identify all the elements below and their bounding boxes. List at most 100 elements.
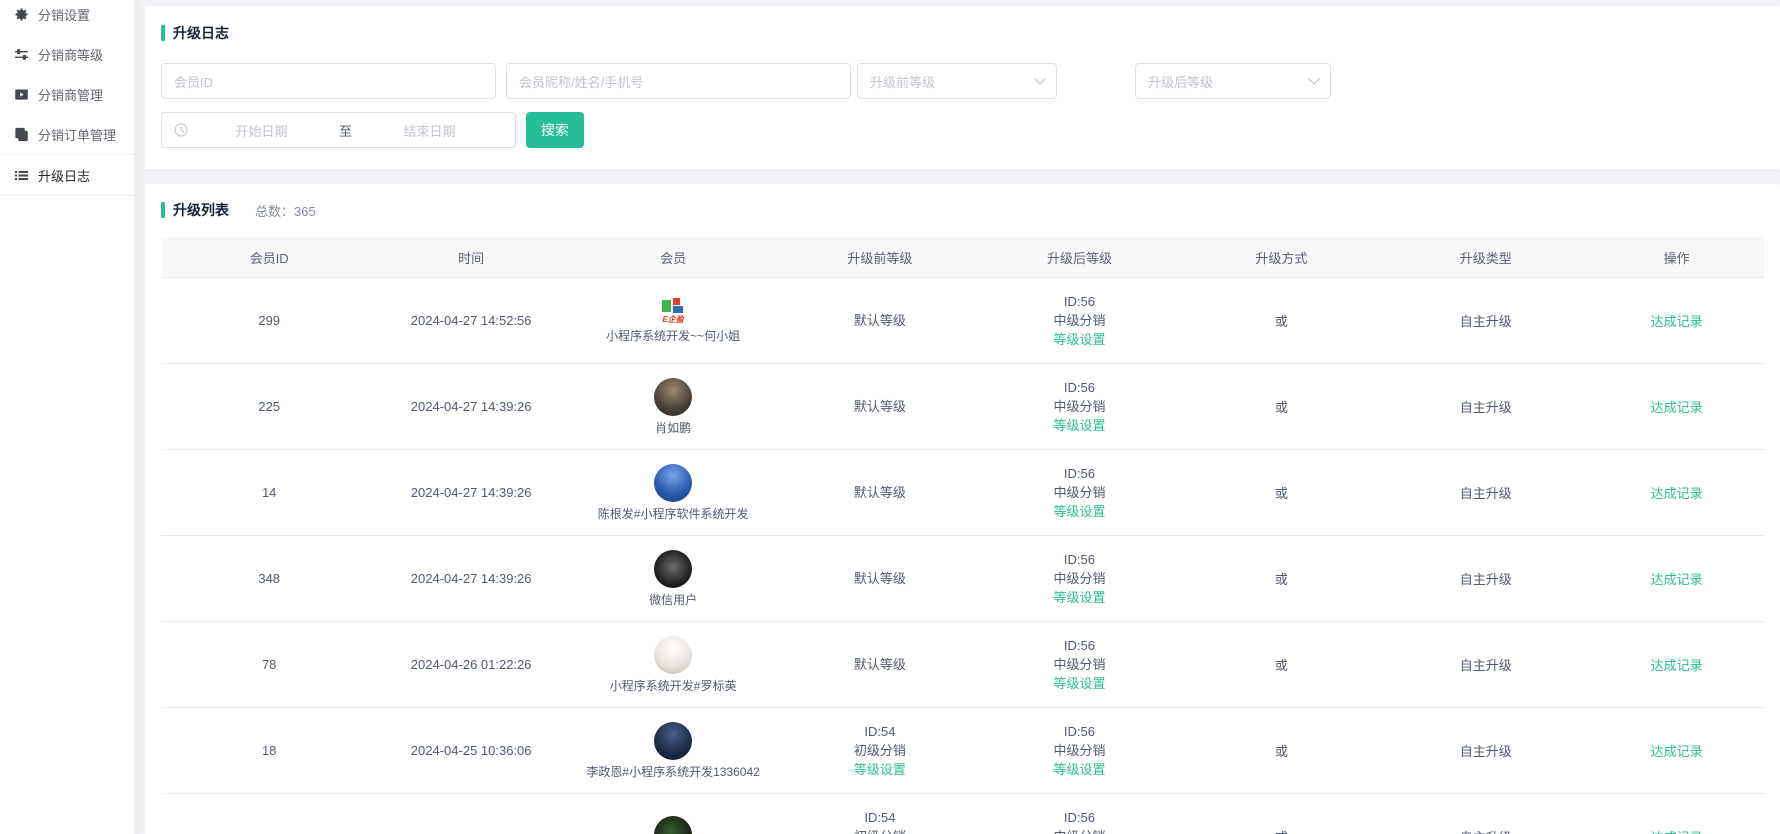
achievement-record-link[interactable]: 达成记录	[1651, 830, 1703, 834]
post-level-id: ID:56	[978, 464, 1180, 483]
sidebar-item-distributor-level[interactable]: 分销商等级	[0, 34, 134, 74]
total-label: 总数：	[255, 204, 294, 219]
post-level-cell: ID:56 中级分销 等级设置	[978, 550, 1180, 607]
time-cell: 2024-04-27 14:52:56	[377, 278, 565, 364]
table-row: 14 2024-04-27 14:39:26 陈根发#小程序软件系统开发 默认等…	[161, 450, 1764, 536]
post-level-id: ID:56	[978, 550, 1180, 569]
pre-level-cell: 默认等级	[781, 655, 978, 674]
brand-logo-text: E企盈	[662, 315, 683, 324]
upgrade-list-panel: 升级列表 总数：365 会员ID 时间 会员 升级前等级 升级后等级 升级方式 …	[145, 184, 1780, 834]
sidebar-item-upgrade-log[interactable]: 升级日志	[0, 154, 134, 196]
achievement-record-link[interactable]: 达成记录	[1651, 744, 1703, 759]
member-name: 小程序系统开发#罗标英	[610, 677, 737, 694]
brand-logo-icon	[662, 298, 684, 314]
time-cell: 2024-04-27 14:39:26	[377, 450, 565, 536]
pre-level-name: 默认等级	[781, 397, 978, 416]
member-name: 陈根发#小程序软件系统开发	[598, 505, 749, 522]
sidebar-item-order-management[interactable]: 分销订单管理	[0, 114, 134, 154]
post-level-name: 中级分销	[978, 569, 1180, 588]
member-name: 肖如鹏	[655, 419, 691, 436]
achievement-record-link[interactable]: 达成记录	[1651, 314, 1703, 329]
member-id-cell: 14	[161, 450, 377, 536]
col-header-action: 操作	[1589, 237, 1764, 278]
main-content: 升级日志 会员ID 会员昵称/姓名/手机号 升级前等级 升级后等级	[145, 0, 1780, 834]
time-cell: 2024-04-27 14:39:26	[377, 536, 565, 622]
pre-level-select[interactable]: 升级前等级	[857, 63, 1057, 99]
title-accent-bar	[161, 25, 165, 41]
search-button[interactable]: 搜索	[526, 112, 584, 148]
pre-level-name: 默认等级	[781, 311, 978, 330]
method-cell: 或	[1180, 536, 1382, 622]
post-level-settings-link[interactable]: 等级设置	[978, 760, 1180, 779]
achievement-record-link[interactable]: 达成记录	[1651, 486, 1703, 501]
member-name: 李政恩#小程序系统开发1336042	[586, 763, 759, 780]
table-row: 299 2024-04-27 14:52:56 E企盈 小程序系统开发~~何小姐…	[161, 278, 1764, 364]
post-level-settings-link[interactable]: 等级设置	[978, 674, 1180, 693]
member-id-cell: 299	[161, 278, 377, 364]
sidebar-item-distributor-management[interactable]: 分销商管理	[0, 74, 134, 114]
sidebar-item-distribution-settings[interactable]: 分销设置	[0, 0, 134, 34]
sidebar-item-label: 分销设置	[38, 5, 90, 24]
member-id-cell: 225	[161, 364, 377, 450]
sidebar-item-label: 分销订单管理	[38, 125, 116, 144]
member-cell: 李政恩#小程序系统开发1336042	[565, 722, 781, 780]
nickname-input[interactable]: 会员昵称/姓名/手机号	[506, 63, 851, 99]
date-range-input[interactable]: 开始日期 至 结束日期	[161, 112, 516, 148]
post-level-id: ID:56	[978, 636, 1180, 655]
post-level-cell: ID:56 中级分销 等级设置	[978, 722, 1180, 779]
pre-level-cell: 默认等级	[781, 483, 978, 502]
date-end-placeholder: 结束日期	[356, 121, 503, 140]
date-separator: 至	[335, 121, 356, 140]
member-cell: 微信用户	[565, 550, 781, 608]
table-row: 225 2024-04-27 14:39:26 肖如鹏 默认等级 ID:56 中…	[161, 364, 1764, 450]
post-level-cell: ID:56 中级分销 等级设置	[978, 464, 1180, 521]
table-row: ID:54 初级分销 等级设置 ID:56 中级分销 等级设置 或 自主升级 达…	[161, 794, 1764, 834]
pre-level-settings-link[interactable]: 等级设置	[781, 760, 978, 779]
method-cell: 或	[1180, 708, 1382, 794]
chevron-down-icon	[1308, 73, 1319, 84]
pre-level-name: 默认等级	[781, 655, 978, 674]
post-level-name: 中级分销	[978, 483, 1180, 502]
avatar	[654, 722, 692, 760]
post-level-cell: ID:56 中级分销 等级设置	[978, 636, 1180, 693]
post-level-settings-link[interactable]: 等级设置	[978, 330, 1180, 349]
method-cell: 或	[1180, 278, 1382, 364]
member-id-cell: 18	[161, 708, 377, 794]
post-level-select[interactable]: 升级后等级	[1135, 63, 1331, 99]
date-start-placeholder: 开始日期	[188, 121, 335, 140]
avatar	[654, 636, 692, 674]
list-title: 升级列表	[173, 200, 229, 220]
upgrade-table: 会员ID 时间 会员 升级前等级 升级后等级 升级方式 升级类型 操作 299 …	[161, 237, 1764, 834]
type-cell: 自主升级	[1382, 364, 1589, 450]
pre-level-placeholder: 升级前等级	[870, 72, 935, 91]
time-cell: 2024-04-27 14:39:26	[377, 364, 565, 450]
pre-level-cell: 默认等级	[781, 397, 978, 416]
type-cell: 自主升级	[1382, 794, 1589, 834]
member-id-input[interactable]: 会员ID	[161, 63, 496, 99]
col-header-type: 升级类型	[1382, 237, 1589, 278]
table-row: 18 2024-04-25 10:36:06 李政恩#小程序系统开发133604…	[161, 708, 1764, 794]
post-level-id: ID:56	[978, 808, 1180, 827]
sliders-icon	[14, 47, 29, 62]
total-value: 365	[294, 204, 316, 219]
table-row: 78 2024-04-26 01:22:26 小程序系统开发#罗标英 默认等级 …	[161, 622, 1764, 708]
post-level-settings-link[interactable]: 等级设置	[978, 588, 1180, 607]
post-level-settings-link[interactable]: 等级设置	[978, 502, 1180, 521]
achievement-record-link[interactable]: 达成记录	[1651, 658, 1703, 673]
post-level-cell: ID:56 中级分销 等级设置	[978, 378, 1180, 435]
col-header-member-id: 会员ID	[161, 237, 377, 278]
pre-level-name: 默认等级	[781, 569, 978, 588]
table-header-row: 会员ID 时间 会员 升级前等级 升级后等级 升级方式 升级类型 操作	[161, 237, 1764, 278]
achievement-record-link[interactable]: 达成记录	[1651, 400, 1703, 415]
pre-level-cell: 默认等级	[781, 569, 978, 588]
member-cell: 肖如鹏	[565, 378, 781, 436]
achievement-record-link[interactable]: 达成记录	[1651, 572, 1703, 587]
pre-level-cell: ID:54 初级分销 等级设置	[781, 722, 978, 779]
sidebar: 分销设置 分销商等级 分销商管理 分销订单管理 升级日志	[0, 0, 135, 834]
pre-level-id: ID:54	[781, 722, 978, 741]
method-cell: 或	[1180, 622, 1382, 708]
post-level-id: ID:56	[978, 292, 1180, 311]
pre-level-name: 默认等级	[781, 483, 978, 502]
post-level-settings-link[interactable]: 等级设置	[978, 416, 1180, 435]
time-cell	[377, 794, 565, 834]
